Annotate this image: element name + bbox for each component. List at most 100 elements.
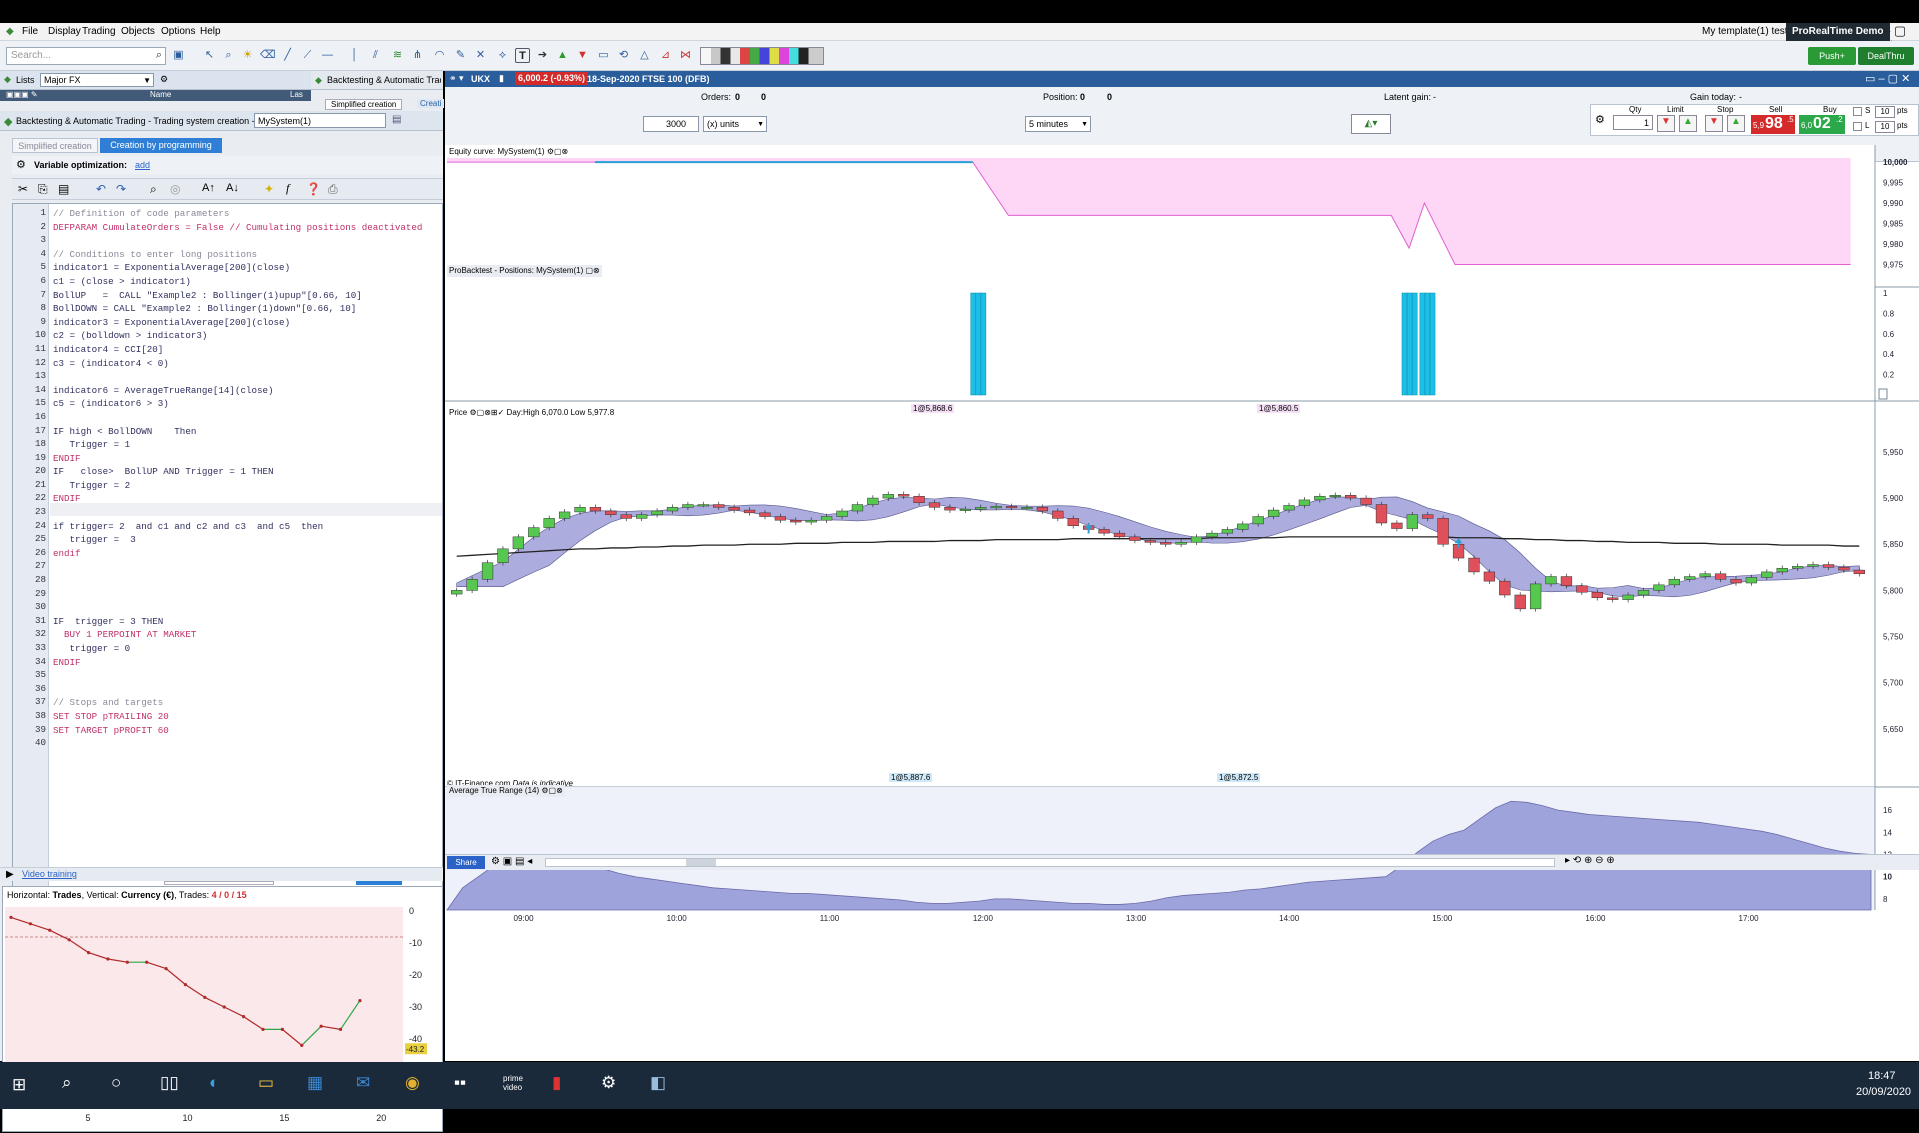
magnet-icon[interactable]: ☀ <box>240 48 255 63</box>
code-line[interactable]: 4 // Conditions to enter long positions <box>13 248 442 262</box>
stop-sell-button[interactable]: ▼ <box>1705 115 1723 132</box>
code-line[interactable]: 39 SET TARGET pPROFIT 60 <box>13 724 442 738</box>
find-icon[interactable]: ⌕ <box>150 182 157 197</box>
system-name-input[interactable]: MySystem(1) <box>254 113 386 128</box>
code-line[interactable]: 29 <box>13 588 442 602</box>
tab-simplified-mini[interactable]: Simplified creation <box>325 99 403 110</box>
mail-icon[interactable]: ✉ <box>356 1073 370 1093</box>
windows-start-icon[interactable]: ⊞ <box>12 1075 26 1095</box>
code-line[interactable]: 19 ENDIF <box>13 452 442 466</box>
store-icon[interactable]: ▦ <box>307 1073 323 1093</box>
text-icon[interactable]: ✎ <box>453 48 468 63</box>
menu-trading[interactable]: Trading <box>82 26 116 37</box>
tab-creation-mini[interactable]: Creati <box>417 99 445 108</box>
code-line[interactable]: 14 indicator6 = AverageTrueRange[14](clos… <box>13 384 442 398</box>
edge-icon[interactable]: ◐ <box>209 1073 219 1093</box>
code-line[interactable]: 3 <box>13 234 442 248</box>
horizontal-scrollbar[interactable] <box>545 858 1555 867</box>
code-line[interactable]: 13 <box>13 370 442 384</box>
pitchfork-tool-icon[interactable]: ⋔ <box>410 48 425 63</box>
template-name[interactable]: My template(1) test 1 <box>1702 26 1796 37</box>
wrench-icon[interactable]: ⚙ <box>160 74 168 85</box>
limit-checkbox[interactable] <box>1853 122 1862 131</box>
rotate-tool-icon[interactable]: ⟲ <box>616 48 631 63</box>
code-line[interactable]: 15 c5 = (indicator6 > 3) <box>13 397 442 411</box>
code-line[interactable]: 30 <box>13 601 442 615</box>
code-line[interactable]: 32 BUY 1 PERPOINT AT MARKET <box>13 628 442 642</box>
info-icon[interactable]: ▤ <box>392 114 401 125</box>
hline-tool-icon[interactable]: — <box>320 48 335 63</box>
copy-icon[interactable]: ⎘ <box>38 182 48 197</box>
code-line[interactable]: 33 trigger = 0 <box>13 642 442 656</box>
taskview-icon[interactable]: ▯▯ <box>160 1073 179 1093</box>
vline-tool-icon[interactable]: │ <box>347 48 362 63</box>
code-line[interactable]: 25 trigger = 3 <box>13 533 442 547</box>
limit-points-input[interactable]: 10 <box>1875 121 1895 133</box>
notes-icon[interactable]: ◧ <box>650 1073 666 1093</box>
search-icon[interactable]: ⌕ <box>156 49 162 62</box>
code-editor[interactable]: 1 // Definition of code parameters 2 DEFPAR… <box>12 203 443 927</box>
zoom-icon[interactable]: ⌕ <box>221 48 236 63</box>
atr-panel-controls[interactable]: ⚙▢⊗ <box>541 786 562 795</box>
settings-icon[interactable]: ⚙ <box>601 1073 616 1093</box>
paste-icon[interactable]: ▤ <box>58 182 69 196</box>
layout-icon[interactable]: ▣ <box>171 48 186 63</box>
menu-help[interactable]: Help <box>200 26 221 37</box>
stop-buy-button[interactable]: ▲ <box>1727 115 1745 132</box>
zoom-controls-icon[interactable]: ▸ ⟲ ⊕ ⊖ ⊕ <box>1565 855 1615 866</box>
triangle-tool-icon[interactable]: △ <box>637 48 652 63</box>
price-panel-controls[interactable]: ⚙▢⊗⊞✓ <box>469 408 504 417</box>
link-icon[interactable]: ⚭ ▾ <box>449 73 464 84</box>
buy-button[interactable]: 6,0 02 .2 <box>1799 115 1845 134</box>
arrow-tool-icon[interactable]: ➔ <box>535 48 550 63</box>
gann-tool-icon[interactable]: ⟡ <box>495 48 510 63</box>
list-tools-icon[interactable]: ▣▣▣ ✎ <box>6 90 38 99</box>
code-line[interactable]: 6 c1 = (close > indicator1) <box>13 275 442 289</box>
cursor-icon[interactable]: ↖ <box>202 48 217 63</box>
code-line[interactable]: 20 IF close> BollUP AND Trigger = 1 THEN <box>13 465 442 479</box>
menu-objects[interactable]: Objects <box>121 26 155 37</box>
code-line[interactable]: 10 c2 = (bolldown > indicator3) <box>13 329 442 343</box>
limit-sell-button[interactable]: ▼ <box>1657 115 1675 132</box>
color-palette[interactable] <box>700 47 824 65</box>
code-line[interactable]: 31 IF trigger = 3 THEN <box>13 615 442 629</box>
font-decrease-icon[interactable]: A↓ <box>226 182 239 194</box>
undo-icon[interactable]: ↶ <box>96 182 106 196</box>
help-icon[interactable]: ❓ <box>306 182 321 196</box>
scrollbar-thumb[interactable] <box>686 859 716 866</box>
code-line[interactable]: 18 Trigger = 1 <box>13 438 442 452</box>
chart-type-icon[interactable]: ▮ <box>499 73 504 84</box>
qty-input[interactable]: 1 <box>1613 115 1653 130</box>
positions-scroll-handle[interactable] <box>1878 388 1888 400</box>
quantity-stepper[interactable]: 3000 <box>643 116 699 132</box>
code-line[interactable]: 7 BollUP = CALL "Example2 : Bollinger(1)u… <box>13 289 442 303</box>
chrome-icon[interactable]: ◉ <box>405 1073 420 1093</box>
explorer-icon[interactable]: ▭ <box>258 1073 274 1093</box>
chart-window-controls[interactable]: ▭ – ▢ ✕ <box>1865 72 1910 85</box>
arc-tool-icon[interactable]: ◠ <box>432 48 447 63</box>
channel-tool-icon[interactable]: ⫽ <box>368 48 383 63</box>
signal-tool-icon[interactable]: ⋈ <box>678 48 693 63</box>
code-line[interactable]: 38 SET STOP pTRAILING 20 <box>13 710 442 724</box>
push-button[interactable]: Push+ <box>1808 47 1856 65</box>
ticket-wrench-icon[interactable]: ⚙ <box>1595 113 1605 126</box>
stop-checkbox[interactable] <box>1853 107 1862 116</box>
idea-icon[interactable]: ✦ <box>264 182 274 196</box>
code-line[interactable]: 36 <box>13 683 442 697</box>
varopt-add-link[interactable]: add <box>135 160 150 170</box>
code-line[interactable]: 26 endif <box>13 547 442 561</box>
code-line[interactable]: 17 IF high < BollDOWN Then <box>13 425 442 439</box>
function-icon[interactable]: f <box>286 181 289 196</box>
positions-panel-controls[interactable]: ▢⊗ <box>586 266 600 275</box>
code-line[interactable]: 5 indicator1 = ExponentialAverage[200](cl… <box>13 261 442 275</box>
code-line[interactable]: 28 <box>13 574 442 588</box>
up-arrow-icon[interactable]: ▲ <box>555 48 570 63</box>
code-line[interactable]: 22 ENDIF <box>13 492 442 506</box>
rectangle-tool-icon[interactable]: ▭ <box>596 48 611 63</box>
sell-button[interactable]: 5,9 98 .5 <box>1751 115 1795 134</box>
redo-icon[interactable]: ↷ <box>116 182 126 196</box>
code-line[interactable]: 12 c3 = (indicator4 < 0) <box>13 357 442 371</box>
tab-backtesting[interactable]: ◆ Backtesting & Automatic Trad <box>311 71 443 90</box>
prime-video-icon[interactable]: prime video <box>503 1074 533 1092</box>
measure-tool-icon[interactable]: ⊿ <box>658 48 673 63</box>
